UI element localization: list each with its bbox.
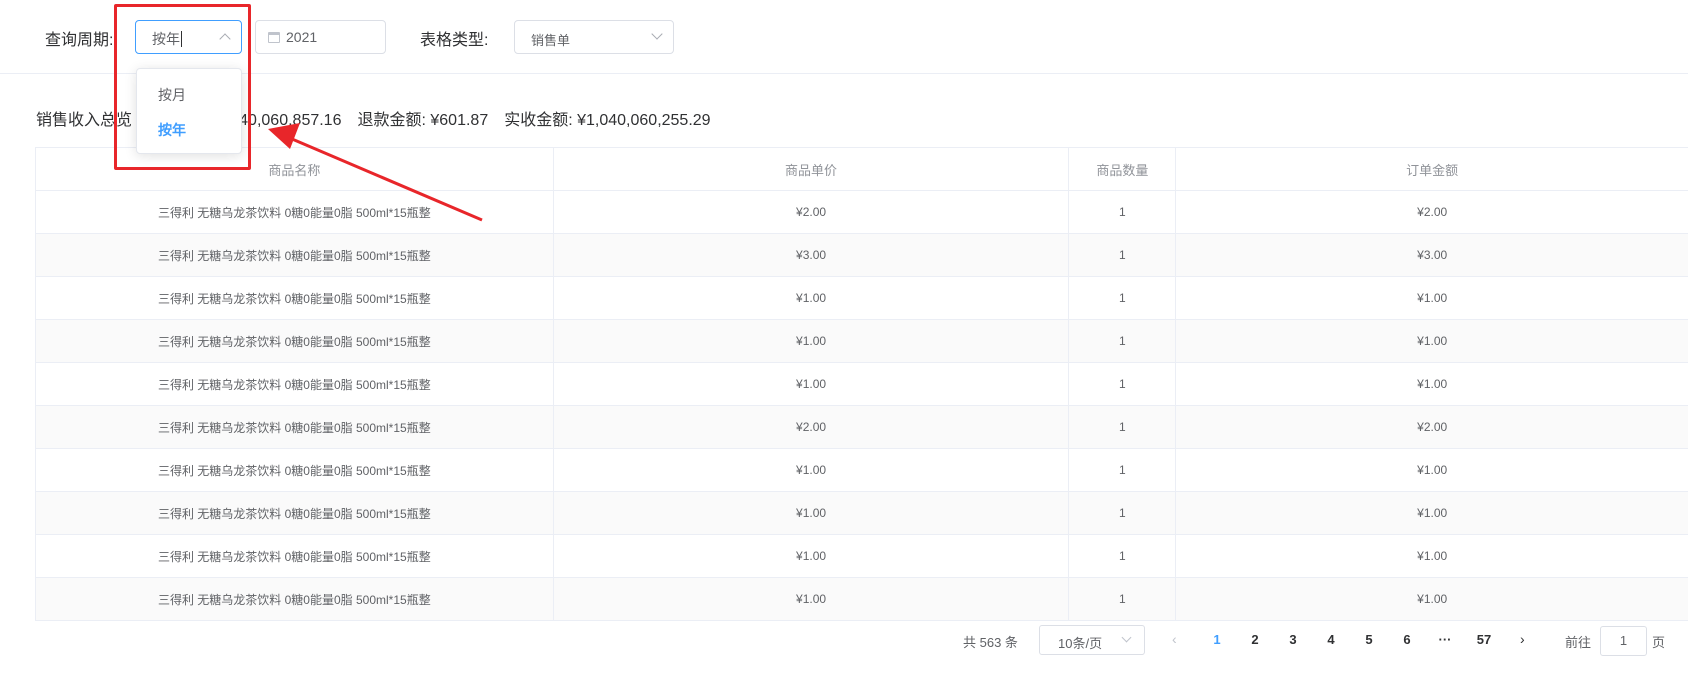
goto-label: 前往 [1565,635,1592,650]
cell-unit-price: ¥1.00 [554,449,1070,491]
table-row[interactable]: 三得利 无糖乌龙茶饮料 0糖0能量0脂 500ml*15瓶整 ¥1.00 1 ¥1.0… [36,277,1688,320]
cell-product-name: 三得利 无糖乌龙茶饮料 0糖0能量0脂 500ml*15瓶整 [36,449,554,491]
summary-refund: 退款金额: ¥601.87 [357,112,489,129]
cell-unit-price: ¥2.00 [554,191,1070,233]
calendar-icon [268,32,280,43]
summary-label: 销售收入总览 [36,112,133,129]
text-cursor [181,31,182,47]
cell-unit-price: ¥1.00 [554,578,1070,620]
goto-page-input[interactable]: 1 [1600,626,1647,656]
cell-product-name: 三得利 无糖乌龙茶饮料 0糖0能量0脂 500ml*15瓶整 [36,277,554,319]
table-row[interactable]: 三得利 无糖乌龙茶饮料 0糖0能量0脂 500ml*15瓶整 ¥2.00 1 ¥2.0… [36,406,1688,449]
table-row[interactable]: 三得利 无糖乌龙茶饮料 0糖0能量0脂 500ml*15瓶整 ¥1.00 1 ¥1.0… [36,578,1688,621]
page-number[interactable]: 3 [1283,632,1303,647]
table-row[interactable]: 三得利 无糖乌龙茶饮料 0糖0能量0脂 500ml*15瓶整 ¥1.00 1 ¥1.0… [36,449,1688,492]
period-select[interactable]: 按年 [135,20,242,54]
cell-product-name: 三得利 无糖乌龙茶饮料 0糖0能量0脂 500ml*15瓶整 [36,492,554,534]
cell-order-amount: ¥1.00 [1417,506,1448,520]
cell-order-amount: ¥2.00 [1417,420,1448,434]
chevron-right-icon[interactable]: › [1520,631,1525,647]
period-option-month[interactable]: 按月 [158,85,186,105]
cell-unit-price: ¥1.00 [554,363,1070,405]
table-row[interactable]: 三得利 无糖乌龙茶饮料 0糖0能量0脂 500ml*15瓶整 ¥1.00 1 ¥1.0… [36,320,1688,363]
page-size-value: 10条/页 [1058,636,1103,651]
cell-quantity: 1 [1069,234,1177,276]
cell-order-amount: ¥1.00 [1417,463,1448,477]
page-ellipsis[interactable]: ··· [1435,632,1455,647]
header-product-name[interactable]: 商品名称 [36,148,554,190]
period-label: 查询周期: [45,32,114,49]
cell-order-amount: ¥1.00 [1417,334,1448,348]
cell-quantity: 1 [1069,578,1177,620]
cell-product-name: 三得利 无糖乌龙茶饮料 0糖0能量0脂 500ml*15瓶整 [36,535,554,577]
cell-unit-price: ¥1.00 [554,320,1070,362]
table-body: 三得利 无糖乌龙茶饮料 0糖0能量0脂 500ml*15瓶整 ¥2.00 1 ¥2.0… [36,191,1688,621]
chevron-down-icon [1121,632,1132,643]
cell-quantity: 1 [1069,492,1177,534]
period-option-year[interactable]: 按年 [158,120,186,140]
cell-order-amount: ¥1.00 [1417,592,1448,606]
table-type-value: 销售单 [531,33,571,48]
cell-order-amount: ¥1.00 [1417,549,1448,563]
period-dropdown: 按月 按年 [136,68,242,154]
cell-unit-price: ¥1.00 [554,492,1070,534]
summary-actual: 实收金额: ¥1,040,060,255.29 [504,112,711,129]
header-order-amount[interactable]: 订单金额 [1176,148,1688,190]
cell-quantity: 1 [1069,363,1177,405]
sales-table: 商品名称 商品单价 商品数量 订单金额 三得利 无糖乌龙茶饮料 0糖0能量0脂 … [35,147,1688,621]
cell-product-name: 三得利 无糖乌龙茶饮料 0糖0能量0脂 500ml*15瓶整 [36,191,554,233]
cell-quantity: 1 [1069,191,1177,233]
header-quantity[interactable]: 商品数量 [1069,148,1177,190]
page-number[interactable]: 4 [1321,632,1341,647]
header-unit-price[interactable]: 商品单价 [554,148,1070,190]
pagination: 共 563 条 10条/页 ‹ 1 2 3 4 5 6 ··· 57 › 前往 … [0,625,1688,657]
cell-product-name: 三得利 无糖乌龙茶饮料 0糖0能量0脂 500ml*15瓶整 [36,578,554,620]
table-row[interactable]: 三得利 无糖乌龙茶饮料 0糖0能量0脂 500ml*15瓶整 ¥1.00 1 ¥1.0… [36,492,1688,535]
cell-order-amount: ¥2.00 [1417,205,1448,219]
page-unit-label: 页 [1652,635,1666,650]
cell-quantity: 1 [1069,320,1177,362]
year-picker[interactable]: 2021 [255,20,386,54]
chevron-down-icon [651,28,663,40]
filter-bar: 查询周期: 按年 2021 表格类型: 销售单 [0,0,1688,74]
cell-quantity: 1 [1069,535,1177,577]
cell-product-name: 三得利 无糖乌龙茶饮料 0糖0能量0脂 500ml*15瓶整 [36,234,554,276]
page-number[interactable]: 6 [1397,632,1417,647]
cell-quantity: 1 [1069,406,1177,448]
page-number[interactable]: 5 [1359,632,1379,647]
cell-unit-price: ¥1.00 [554,277,1070,319]
period-select-value: 按年 [152,31,182,47]
page-number[interactable]: 57 [1474,632,1494,647]
table-type-select[interactable]: 销售单 [514,20,674,54]
table-row[interactable]: 三得利 无糖乌龙茶饮料 0糖0能量0脂 500ml*15瓶整 ¥1.00 1 ¥1.0… [36,363,1688,406]
cell-quantity: 1 [1069,277,1177,319]
page-number[interactable]: 2 [1245,632,1265,647]
cell-order-amount: ¥3.00 [1417,248,1448,262]
cell-product-name: 三得利 无糖乌龙茶饮料 0糖0能量0脂 500ml*15瓶整 [36,320,554,362]
chevron-up-icon [219,33,231,45]
pagination-total: 共 563 条 [963,635,1018,650]
table-type-label: 表格类型: [420,32,489,49]
cell-product-name: 三得利 无糖乌龙茶饮料 0糖0能量0脂 500ml*15瓶整 [36,363,554,405]
cell-quantity: 1 [1069,449,1177,491]
year-value: 2021 [286,29,318,45]
table-row[interactable]: 三得利 无糖乌龙茶饮料 0糖0能量0脂 500ml*15瓶整 ¥3.00 1 ¥3.0… [36,234,1688,277]
table-row[interactable]: 三得利 无糖乌龙茶饮料 0糖0能量0脂 500ml*15瓶整 ¥1.00 1 ¥1.0… [36,535,1688,578]
cell-unit-price: ¥3.00 [554,234,1070,276]
cell-unit-price: ¥1.00 [554,535,1070,577]
page-size-select[interactable]: 10条/页 [1039,625,1145,655]
cell-order-amount: ¥1.00 [1417,291,1448,305]
page-number[interactable]: 1 [1207,632,1227,647]
table-header: 商品名称 商品单价 商品数量 订单金额 [36,148,1688,191]
cell-product-name: 三得利 无糖乌龙茶饮料 0糖0能量0脂 500ml*15瓶整 [36,406,554,448]
chevron-left-icon[interactable]: ‹ [1172,631,1177,647]
table-row[interactable]: 三得利 无糖乌龙茶饮料 0糖0能量0脂 500ml*15瓶整 ¥2.00 1 ¥2.0… [36,191,1688,234]
cell-order-amount: ¥1.00 [1417,377,1448,391]
cell-unit-price: ¥2.00 [554,406,1070,448]
